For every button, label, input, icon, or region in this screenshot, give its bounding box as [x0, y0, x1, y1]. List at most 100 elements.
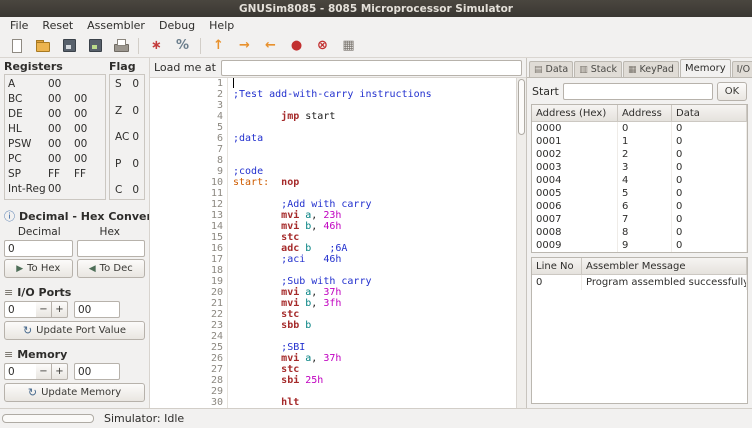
memory-table-row[interactable]: 0000 0 0	[532, 122, 747, 135]
code-line[interactable]: 15 stc	[150, 232, 516, 243]
load-button[interactable]: ↑	[207, 35, 230, 56]
breakpoint-margin[interactable]	[150, 320, 206, 331]
code-line[interactable]: 18	[150, 265, 516, 276]
print-button[interactable]	[109, 35, 132, 56]
menu-debug[interactable]: Debug	[152, 18, 202, 33]
memory-table-row[interactable]: 0007 7 0	[532, 213, 747, 226]
memory-decrement-button[interactable]: −	[36, 363, 52, 380]
ok-button[interactable]: OK	[717, 82, 747, 101]
code-line[interactable]: 29	[150, 386, 516, 397]
scrollbar-thumb[interactable]	[518, 79, 525, 135]
record-button[interactable]: ●	[285, 35, 308, 56]
load-address-input[interactable]	[221, 60, 522, 76]
breakpoint-margin[interactable]	[150, 298, 206, 309]
assembler-message-row[interactable]: 0 Program assembled successfully	[532, 275, 747, 290]
step-button[interactable]: ←	[259, 35, 282, 56]
menu-reset[interactable]: Reset	[35, 18, 80, 33]
breakpoint-margin[interactable]	[150, 188, 206, 199]
memory-table-row[interactable]: 0001 1 0	[532, 135, 747, 148]
code-editor[interactable]: 1 2 ;Test add-with-carry instructions 3 …	[150, 78, 516, 408]
code-line[interactable]: 25 ;SBI	[150, 342, 516, 353]
breakpoint-margin[interactable]	[150, 375, 206, 386]
code-line[interactable]: 4 jmp start	[150, 111, 516, 122]
breakpoint-margin[interactable]	[150, 287, 206, 298]
update-port-value-button[interactable]: ↻ Update Port Value	[4, 321, 145, 340]
open-button[interactable]	[31, 35, 54, 56]
column-header-line-no[interactable]: Line No	[532, 258, 582, 275]
save-button[interactable]	[57, 35, 80, 56]
memory-table-row[interactable]: 0006 6 0	[532, 200, 747, 213]
port-decrement-button[interactable]: −	[36, 301, 52, 318]
breakpoint-margin[interactable]	[150, 353, 206, 364]
breakpoint-margin[interactable]	[150, 386, 206, 397]
code-line[interactable]: 26 mvi a, 37h	[150, 353, 516, 364]
breakpoint-margin[interactable]	[150, 309, 206, 320]
breakpoint-margin[interactable]	[150, 276, 206, 287]
titlebar[interactable]: GNUSim8085 - 8085 Microprocessor Simulat…	[0, 0, 752, 17]
breakpoint-margin[interactable]	[150, 254, 206, 265]
memory-table-row[interactable]: 0009 9 0	[532, 239, 747, 252]
breakpoint-margin[interactable]	[150, 331, 206, 342]
breakpoint-margin[interactable]	[150, 122, 206, 133]
column-header-assembler-message[interactable]: Assembler Message	[582, 258, 747, 275]
breakpoint-margin[interactable]	[150, 133, 206, 144]
tab-keypad[interactable]: ▦KeyPad	[623, 61, 679, 77]
column-header-address-hex[interactable]: Address (Hex)	[532, 105, 618, 122]
stop-button[interactable]: ⊗	[311, 35, 334, 56]
port-number-input[interactable]	[4, 301, 36, 318]
start-address-input[interactable]	[563, 83, 713, 100]
code-line[interactable]: 16 adc b ;6A	[150, 243, 516, 254]
breakpoint-margin[interactable]	[150, 243, 206, 254]
keypad-button[interactable]: ▦	[337, 35, 360, 56]
code-line[interactable]: 19 ;Sub with carry	[150, 276, 516, 287]
memory-table-row[interactable]: 0002 2 0	[532, 148, 747, 161]
breakpoint-margin[interactable]	[150, 177, 206, 188]
breakpoint-margin[interactable]	[150, 265, 206, 276]
save-as-button[interactable]	[83, 35, 106, 56]
breakpoint-margin[interactable]	[150, 221, 206, 232]
code-line[interactable]: 23 sbb b	[150, 320, 516, 331]
converter-button[interactable]: %	[171, 35, 194, 56]
run-button[interactable]: →	[233, 35, 256, 56]
code-line[interactable]: 21 mvi b, 3fh	[150, 298, 516, 309]
assemble-button[interactable]: ∗	[145, 35, 168, 56]
code-line[interactable]: 8	[150, 155, 516, 166]
port-value-input[interactable]	[74, 301, 120, 318]
memory-table-row[interactable]: 0008 8 0	[532, 226, 747, 239]
breakpoint-margin[interactable]	[150, 166, 206, 177]
memory-table-row[interactable]: 0004 4 0	[532, 174, 747, 187]
memory-address-input[interactable]	[4, 363, 36, 380]
memory-value-input[interactable]	[74, 363, 120, 380]
code-line[interactable]: 13 mvi a, 23h	[150, 210, 516, 221]
breakpoint-margin[interactable]	[150, 78, 206, 89]
update-memory-button[interactable]: ↻ Update Memory	[4, 383, 145, 402]
menu-help[interactable]: Help	[202, 18, 241, 33]
breakpoint-margin[interactable]	[150, 397, 206, 408]
new-file-button[interactable]	[5, 35, 28, 56]
breakpoint-margin[interactable]	[150, 342, 206, 353]
memory-increment-button[interactable]: +	[52, 363, 68, 380]
breakpoint-margin[interactable]	[150, 232, 206, 243]
breakpoint-margin[interactable]	[150, 100, 206, 111]
menu-assembler[interactable]: Assembler	[80, 18, 152, 33]
tab-data[interactable]: ▤Data	[529, 61, 573, 77]
tab-stack[interactable]: ▥Stack	[574, 61, 622, 77]
code-line[interactable]: 7	[150, 144, 516, 155]
code-line[interactable]: 28 sbi 25h	[150, 375, 516, 386]
horizontal-scrollbar[interactable]	[2, 414, 94, 423]
code-line[interactable]: 9 ;code	[150, 166, 516, 177]
breakpoint-margin[interactable]	[150, 364, 206, 375]
code-line[interactable]: 3	[150, 100, 516, 111]
code-line[interactable]: 2 ;Test add-with-carry instructions	[150, 89, 516, 100]
code-line[interactable]: 14 mvi b, 46h	[150, 221, 516, 232]
code-line[interactable]: 17 ;aci 46h	[150, 254, 516, 265]
memory-table-row[interactable]: 0003 3 0	[532, 161, 747, 174]
code-line[interactable]: 11	[150, 188, 516, 199]
code-line[interactable]: 24	[150, 331, 516, 342]
code-line[interactable]: 27 stc	[150, 364, 516, 375]
breakpoint-margin[interactable]	[150, 89, 206, 100]
code-line[interactable]: 22 stc	[150, 309, 516, 320]
column-header-data[interactable]: Data	[672, 105, 747, 122]
code-line[interactable]: 10 start: nop	[150, 177, 516, 188]
code-line[interactable]: 1	[150, 78, 516, 89]
